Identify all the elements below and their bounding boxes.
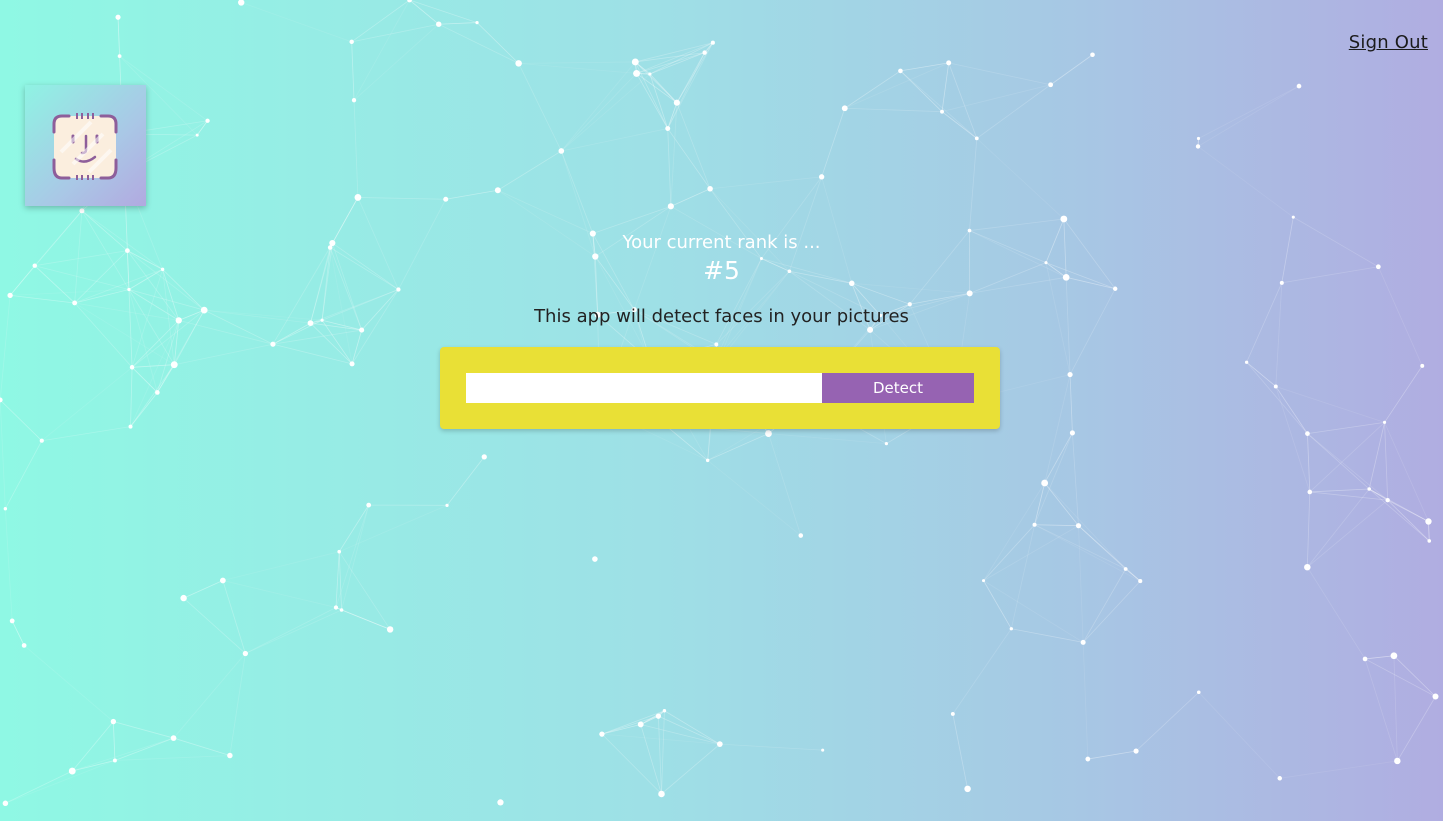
logo (25, 85, 146, 206)
face-scan-icon (52, 113, 118, 180)
rank-value: #5 (703, 256, 740, 285)
image-url-input[interactable] (466, 373, 822, 403)
image-url-form: Detect (440, 347, 1000, 429)
detect-button[interactable]: Detect (822, 373, 974, 403)
app-tagline: This app will detect faces in your pictu… (534, 306, 909, 327)
rank-label: Your current rank is ... (622, 232, 821, 253)
sign-out-link[interactable]: Sign Out (1349, 32, 1428, 53)
